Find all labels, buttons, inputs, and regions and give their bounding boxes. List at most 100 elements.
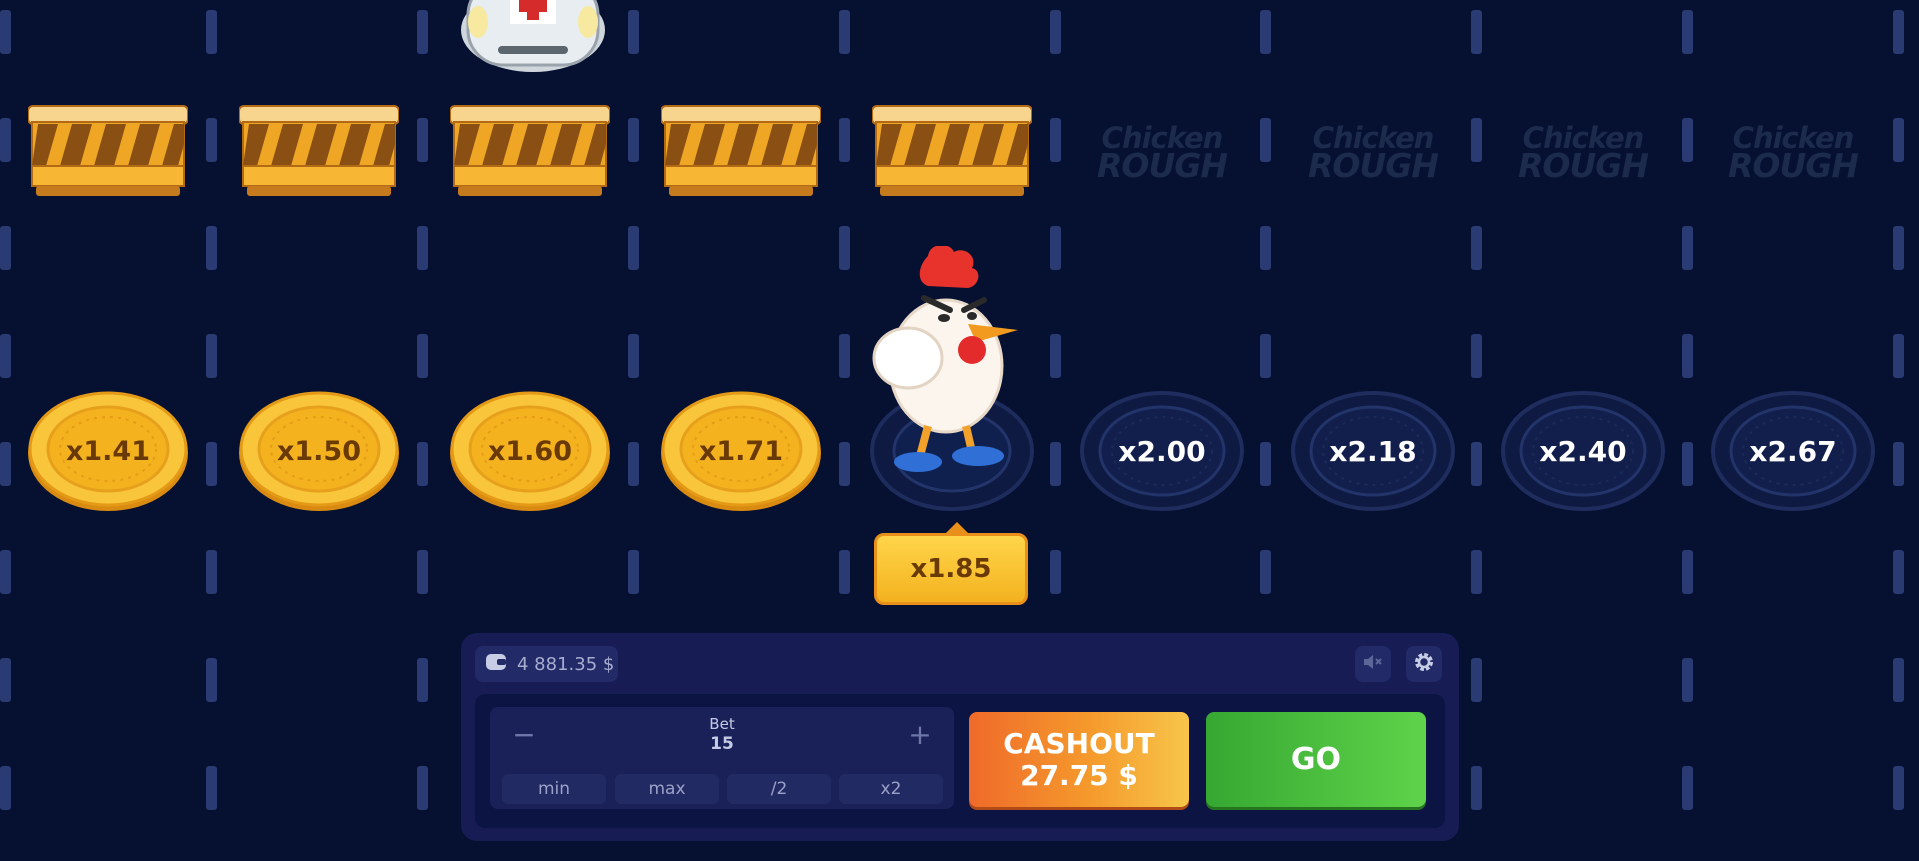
mute-button[interactable] [1355, 646, 1391, 682]
lane-divider-dash [1260, 118, 1271, 162]
lane-divider-dash [417, 766, 428, 810]
road-barrier-icon [449, 104, 611, 200]
lane-divider-dash [1260, 10, 1271, 54]
lane-divider-dash [1682, 442, 1693, 486]
speaker-muted-icon [1362, 653, 1384, 675]
lane-divider-dash [628, 226, 639, 270]
lane-divider-dash [839, 442, 850, 486]
watermark-line-2: ROUGH [1097, 146, 1228, 185]
gold-multiplier-coin: x1.50 [237, 389, 401, 513]
lane-divider-dash [628, 118, 639, 162]
bet-label: Bet [709, 715, 735, 733]
lane-divider-dash [0, 334, 11, 378]
lane-divider-dash [839, 226, 850, 270]
settings-button[interactable] [1406, 646, 1442, 682]
lane-divider-dash [1260, 550, 1271, 594]
cashout-amount: 27.75 $ [1020, 758, 1138, 792]
lane-divider-dash [1893, 334, 1904, 378]
wallet-icon [485, 652, 507, 677]
lane-divider-dash [206, 766, 217, 810]
chicken-rough-watermark: Chicken ROUGH [1082, 124, 1242, 194]
lane-divider-dash [1682, 550, 1693, 594]
multiplier-label: x2.18 [1329, 434, 1417, 468]
manhole-multiplier: x2.00 [1080, 389, 1244, 513]
watermark-line-2: ROUGH [1308, 146, 1439, 185]
lane-divider-dash [1471, 766, 1482, 810]
manhole-multiplier: x2.18 [1291, 389, 1455, 513]
lane-divider-dash [1050, 10, 1061, 54]
road-barrier-icon [27, 104, 189, 200]
lane-divider-dash [206, 10, 217, 54]
lane-divider-dash [417, 334, 428, 378]
lane-divider-dash [206, 442, 217, 486]
road-barrier-icon [238, 104, 400, 200]
lane-divider-dash [839, 550, 850, 594]
current-multiplier-tag: x1.85 [874, 522, 1028, 605]
road-barrier-icon [871, 104, 1033, 200]
bet-double-button[interactable]: x2 [839, 774, 943, 804]
lane-divider-dash [1893, 658, 1904, 702]
lane-divider-dash [0, 658, 11, 702]
lane-divider-dash [1682, 658, 1693, 702]
multiplier-label: x2.40 [1539, 434, 1627, 468]
lane-divider-dash [206, 658, 217, 702]
watermark-line-2: ROUGH [1518, 146, 1649, 185]
lane-divider-dash [0, 442, 11, 486]
lane-divider-dash [0, 118, 11, 162]
chicken-character-icon [868, 244, 1028, 472]
chicken-rough-watermark: Chicken ROUGH [1293, 124, 1453, 194]
lane-divider-dash [1682, 766, 1693, 810]
lane-divider-dash [839, 118, 850, 162]
cashout-button[interactable]: CASHOUT 27.75 $ [969, 712, 1189, 807]
lane-divider-dash [1050, 550, 1061, 594]
lane-divider-dash [417, 10, 428, 54]
balance-display: 4 881.35 $ [475, 646, 618, 682]
bet-min-button[interactable]: min [502, 774, 606, 804]
road-barrier-icon [660, 104, 822, 200]
multiplier-label: x1.50 [276, 435, 362, 467]
lane-divider-dash [206, 550, 217, 594]
multiplier-label: x1.71 [698, 435, 784, 467]
increase-bet-button[interactable]: + [902, 717, 938, 753]
lane-divider-dash [1682, 226, 1693, 270]
lane-divider-dash [1893, 118, 1904, 162]
lane-divider-dash [1682, 10, 1693, 54]
gold-multiplier-coin: x1.71 [659, 389, 823, 513]
lane-divider-dash [628, 442, 639, 486]
lane-divider-dash [839, 10, 850, 54]
lane-divider-dash [206, 334, 217, 378]
lane-divider-dash [628, 550, 639, 594]
multiplier-label: x1.60 [487, 435, 573, 467]
bet-half-button[interactable]: /2 [727, 774, 831, 804]
multiplier-label: x2.00 [1118, 434, 1206, 468]
lane-divider-dash [1893, 550, 1904, 594]
chicken-rough-watermark: Chicken ROUGH [1713, 124, 1873, 194]
lane-divider-dash [1893, 226, 1904, 270]
lane-divider-dash [417, 118, 428, 162]
lane-divider-dash [1893, 10, 1904, 54]
bet-max-button[interactable]: max [615, 774, 719, 804]
lane-divider-dash [1471, 226, 1482, 270]
gold-multiplier-coin: x1.41 [26, 389, 190, 513]
lane-divider-dash [1050, 118, 1061, 162]
lane-divider-dash [1050, 442, 1061, 486]
chicken-rough-watermark: Chicken ROUGH [1503, 124, 1663, 194]
lane-divider-dash [1050, 226, 1061, 270]
gold-multiplier-coin: x1.60 [448, 389, 612, 513]
multiplier-label: x1.41 [65, 435, 151, 467]
lane-divider-dash [628, 10, 639, 54]
balance-amount: 4 881.35 $ [517, 653, 615, 675]
lane-divider-dash [417, 442, 428, 486]
cashout-label: CASHOUT [1003, 726, 1155, 760]
lane-divider-dash [1050, 334, 1061, 378]
decrease-bet-button[interactable]: − [506, 717, 542, 753]
lane-divider-dash [1471, 550, 1482, 594]
lane-divider-dash [628, 334, 639, 378]
lane-divider-dash [0, 550, 11, 594]
bet-value[interactable]: 15 [680, 734, 764, 754]
go-button[interactable]: GO [1206, 712, 1426, 807]
lane-divider-dash [1893, 442, 1904, 486]
ambulance-car-icon [458, 0, 608, 80]
lane-divider-dash [206, 226, 217, 270]
lane-divider-dash [839, 334, 850, 378]
